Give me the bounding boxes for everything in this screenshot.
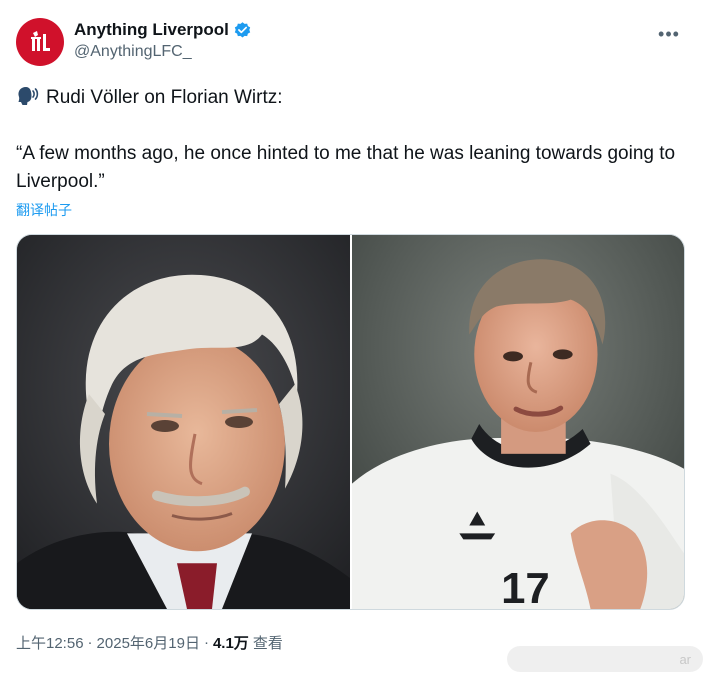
rudi-voller-image [17, 235, 350, 609]
tweet-line-1-text: Rudi Völler on Florian Wirtz: [46, 87, 283, 108]
liverbird-logo-icon [31, 31, 50, 51]
views-label: 查看 [252, 635, 283, 652]
florian-wirtz-image: 17 [352, 235, 684, 609]
tweet-text: Rudi Völler on Florian Wirtz: “A few mon… [16, 84, 696, 196]
verified-badge-icon [234, 21, 251, 38]
watermark-text: ar [679, 651, 691, 667]
meta-separator: · [203, 634, 209, 651]
tweet-date[interactable]: 2025年6月19日 [97, 632, 200, 653]
tweet-header: Anything Liverpool @AnythingLFC_ ••• [16, 16, 695, 68]
author-info[interactable]: Anything Liverpool @AnythingLFC_ [74, 20, 252, 61]
avatar[interactable] [16, 18, 64, 66]
media-grid: 17 [16, 234, 685, 610]
tweet-meta: 上午12:56 · 2025年6月19日 · 4.1万 查看 [16, 632, 283, 653]
watermark: ar [507, 646, 703, 672]
meta-separator: · [87, 634, 93, 651]
photo-florian-wirtz[interactable]: 17 [352, 235, 684, 609]
translate-post-link[interactable]: 翻译帖子 [16, 200, 72, 220]
tweet-quote: “A few months ago, he once hinted to me … [16, 143, 676, 192]
speaking-head-icon [18, 87, 39, 105]
tweet-time[interactable]: 上午12:56 [16, 632, 84, 653]
svg-text:17: 17 [501, 564, 550, 609]
handle[interactable]: @AnythingLFC_ [74, 43, 252, 61]
photo-rudi-voller[interactable] [17, 235, 350, 609]
tweet-line-1: Rudi Völler on Florian Wirtz: [16, 84, 696, 112]
more-icon[interactable]: ••• [657, 22, 681, 46]
views-count: 4.1万 [212, 635, 249, 652]
display-name[interactable]: Anything Liverpool [74, 20, 229, 40]
